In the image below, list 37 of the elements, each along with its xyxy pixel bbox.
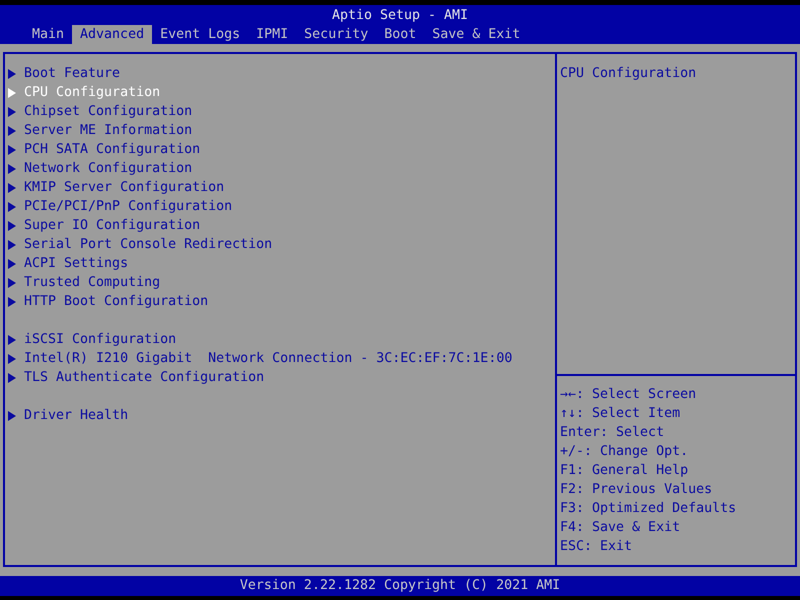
menu-item[interactable]: Intel(R) I210 Gigabit Network Connection - 3C:EC:EF:7C:1E:00: [5, 349, 512, 368]
menu-item[interactable]: TLS Authenticate Configuration: [5, 368, 264, 387]
tab[interactable]: IPMI: [248, 25, 296, 44]
help-text: CPU Configuration: [560, 65, 696, 83]
key-hint: ESC: Exit: [560, 538, 632, 556]
menu-item[interactable]: iSCSI Configuration: [5, 330, 176, 349]
menu-item[interactable]: PCIe/PCI/PnP Configuration: [5, 197, 232, 216]
menu-item[interactable]: Server ME Information: [5, 121, 192, 140]
key-hint: F1: General Help: [560, 462, 688, 480]
tab[interactable]: Event Logs: [152, 25, 248, 44]
menu-item[interactable]: Boot Feature: [5, 64, 120, 83]
menu-item[interactable]: CPU Configuration: [5, 83, 160, 102]
menu-item[interactable]: Network Configuration: [5, 159, 192, 178]
key-hint: +/-: Change Opt.: [560, 443, 688, 461]
key-hint: Enter: Select: [560, 424, 664, 442]
triangle-icon: [8, 410, 16, 420]
key-hint: F4: Save & Exit: [560, 519, 680, 537]
status-bar: Version 2.22.1282 Copyright (C) 2021 AMI: [0, 576, 800, 596]
key-hint: ↑↓: Select Item: [560, 405, 680, 423]
menu-item[interactable]: Driver Health: [5, 406, 128, 425]
key-hint: F3: Optimized Defaults: [560, 500, 736, 518]
tab[interactable]: Security: [296, 25, 376, 44]
menu-item[interactable]: ACPI Settings: [5, 254, 128, 273]
menu-item[interactable]: HTTP Boot Configuration: [5, 292, 208, 311]
menu-item[interactable]: Super IO Configuration: [5, 216, 200, 235]
menu-item[interactable]: Chipset Configuration: [5, 102, 192, 121]
tab[interactable]: Save & Exit: [424, 25, 528, 44]
key-hint: →←: Select Screen: [560, 386, 696, 404]
tab[interactable]: Advanced: [72, 25, 152, 44]
menu-item[interactable]: PCH SATA Configuration: [5, 140, 200, 159]
tab[interactable]: Main: [24, 25, 72, 44]
tab[interactable]: Boot: [376, 25, 424, 44]
menu-item[interactable]: Trusted Computing: [5, 273, 160, 292]
menu-item[interactable]: Serial Port Console Redirection: [5, 235, 272, 254]
menu-item[interactable]: KMIP Server Configuration: [5, 178, 224, 197]
key-hint: F2: Previous Values: [560, 481, 712, 499]
window-title: Aptio Setup - AMI: [330, 7, 470, 25]
